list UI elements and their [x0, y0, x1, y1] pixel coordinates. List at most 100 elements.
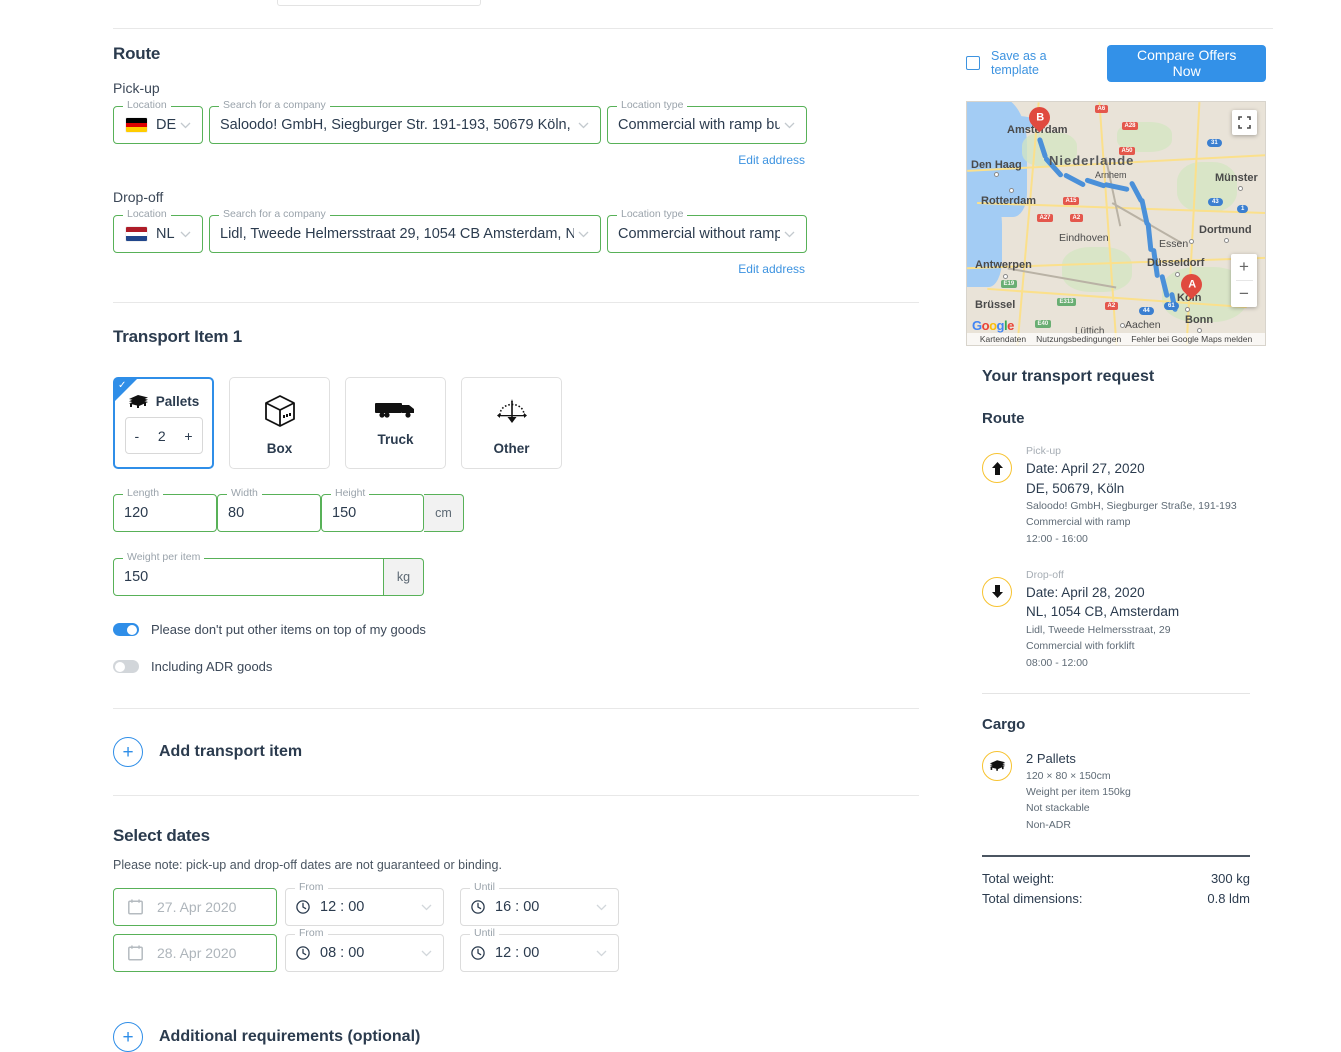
- truck-label: Truck: [377, 431, 414, 447]
- chevron-down-icon: [780, 122, 798, 129]
- length-legend: Length: [123, 488, 164, 499]
- dropoff-from-time[interactable]: From 08 : 00: [285, 928, 444, 972]
- pallets-count: 2: [157, 427, 166, 444]
- summary-pickup-type: Commercial with ramp: [1026, 516, 1131, 529]
- dropoff-arrow-badge: [982, 576, 1012, 607]
- length-input[interactable]: Length 120: [113, 488, 217, 532]
- map-shield-e40: E40: [1035, 320, 1051, 328]
- map-water: [967, 197, 1002, 287]
- chevron-down-icon: [417, 904, 435, 911]
- increment-button[interactable]: +: [184, 428, 192, 444]
- chevron-down-icon: [592, 904, 610, 911]
- other-anchor-icon: [496, 398, 527, 423]
- plus-icon: +: [113, 1022, 143, 1052]
- total-weight-label: Total weight:: [982, 870, 1055, 886]
- pickup-country-code: DE: [156, 117, 177, 133]
- until-legend: Until: [470, 882, 500, 893]
- calendar-icon: [128, 899, 143, 915]
- map-shield-a2: A2: [1070, 214, 1083, 222]
- map-zoom-in-button[interactable]: +: [1231, 254, 1257, 280]
- pickup-type-value: Commercial with ramp bu: [618, 117, 780, 133]
- map-dot: [1009, 188, 1014, 193]
- map-zoom-out-button[interactable]: −: [1231, 281, 1257, 307]
- map-marker-a: A: [1176, 269, 1207, 303]
- map-attrib-report[interactable]: Fehler bei Google Maps melden: [1131, 334, 1252, 344]
- cargo-quantity: 2 Pallets: [1026, 750, 1076, 766]
- pickup-from-wrap: 12 : 00: [286, 899, 417, 915]
- weight-unit: kg: [384, 558, 424, 596]
- decrement-button[interactable]: -: [135, 428, 140, 444]
- no-stacking-toggle[interactable]: [113, 623, 139, 636]
- pickup-location-select[interactable]: Location DE: [113, 100, 203, 144]
- summary-divider: [982, 692, 1250, 694]
- pallets-label: Pallets: [155, 394, 200, 409]
- compare-offers-button[interactable]: Compare Offers Now: [1107, 44, 1266, 82]
- pickup-until-time[interactable]: Until 16 : 00: [460, 882, 619, 926]
- summary-cargo-title: Cargo: [982, 715, 1026, 733]
- transport-type-other[interactable]: Other: [461, 377, 562, 469]
- map-label-arnhem: Arnhem: [1095, 170, 1127, 180]
- dropoff-country: NL: [114, 226, 176, 242]
- transport-type-box[interactable]: Box: [229, 377, 330, 469]
- pickup-date-input[interactable]: 27. Apr 2020: [113, 888, 277, 926]
- dropoff-company-legend: Search for a company: [219, 209, 330, 220]
- dropoff-company-input[interactable]: Search for a company Lidl, Tweede Helmer…: [209, 209, 601, 253]
- dropoff-location-select[interactable]: Location NL: [113, 209, 203, 253]
- pickup-location-type-select[interactable]: Location type Commercial with ramp bu: [607, 100, 807, 144]
- pickup-country: DE: [114, 117, 176, 133]
- dropoff-until-time[interactable]: Until 12 : 00: [460, 928, 619, 972]
- map-attrib-kartendaten[interactable]: Kartendaten: [980, 334, 1026, 344]
- map-shield-a28: A28: [1122, 122, 1139, 130]
- pallets-quantity-stepper[interactable]: - 2 +: [124, 417, 203, 454]
- weight-row: Weight per item 150 kg: [113, 552, 919, 596]
- no-stacking-toggle-row: Please don't put other items on top of m…: [113, 622, 919, 637]
- map-attrib-nutzungsbedingungen[interactable]: Nutzungsbedingungen: [1036, 334, 1121, 344]
- summary-pickup-date: Date: April 27, 2020: [1026, 461, 1145, 476]
- transport-type-truck[interactable]: Truck: [345, 377, 446, 469]
- transport-type-pallets[interactable]: ✓ Pallets - 2 +: [113, 377, 214, 469]
- dropoff-type-legend: Location type: [617, 209, 688, 220]
- map-fullscreen-button[interactable]: [1232, 110, 1257, 135]
- route-map[interactable]: A6 A28 A50 A15 A27 A2 A2 E19 E313 E40 31…: [966, 101, 1266, 346]
- pickup-company-input[interactable]: Search for a company Saloodo! GmbH, Sieg…: [209, 100, 601, 144]
- map-route: [1103, 181, 1130, 193]
- pallets-head: Pallets: [128, 394, 200, 409]
- summary-pickup-text: Pick-up Date: April 27, 2020 DE, 50679, …: [1026, 445, 1237, 547]
- pallet-icon: [989, 760, 1005, 772]
- map-dot: [1175, 272, 1180, 277]
- width-input[interactable]: Width 80: [217, 488, 321, 532]
- pickup-from-time[interactable]: From 12 : 00: [285, 882, 444, 926]
- total-weight-row: Total weight: 300 kg: [982, 871, 1250, 886]
- height-input[interactable]: Height 150: [321, 488, 424, 532]
- transport-item-title: Transport Item 1: [113, 327, 243, 346]
- save-as-template-checkbox[interactable]: Save as a template: [966, 49, 1091, 77]
- dimension-unit: cm: [424, 494, 464, 532]
- cargo-dimensions: 120 × 80 × 150cm: [1026, 769, 1111, 782]
- pickup-edit-address-link[interactable]: Edit address: [113, 153, 805, 167]
- weight-per-item-input[interactable]: Weight per item 150: [113, 552, 384, 596]
- adr-toggle[interactable]: [113, 660, 139, 673]
- dropoff-edit-address-link[interactable]: Edit address: [113, 262, 805, 276]
- map-label-aachen: Aachen: [1125, 319, 1161, 331]
- transport-type-cards: ✓ Pallets - 2 + Box Truck Other: [113, 377, 919, 469]
- map-shield-e313: E313: [1057, 298, 1077, 306]
- height-value: 150: [332, 505, 357, 521]
- map-greenspace: [1062, 247, 1132, 292]
- chevron-down-icon: [176, 122, 194, 129]
- height-legend: Height: [331, 488, 370, 499]
- clock-icon: [471, 946, 485, 960]
- actions-row: Save as a template Compare Offers Now: [966, 44, 1266, 82]
- map-zoom-controls[interactable]: + −: [1231, 254, 1257, 307]
- dropoff-location-type-select[interactable]: Location type Commercial without ramp: [607, 209, 807, 253]
- route-section-title: Route: [113, 44, 161, 63]
- map-label-niederlande: Niederlande: [1049, 153, 1135, 168]
- map-dot: [1238, 186, 1243, 191]
- map-shield-a27: A27: [1037, 214, 1054, 222]
- additional-requirements-button[interactable]: + Additional requirements (optional): [113, 1022, 919, 1052]
- pickup-until-value: 16 : 00: [495, 899, 540, 915]
- dropoff-label: Drop-off: [113, 189, 164, 205]
- dropoff-date-input[interactable]: 28. Apr 2020: [113, 934, 277, 972]
- marker-a-letter: A: [1187, 278, 1196, 291]
- add-transport-item-button[interactable]: + Add transport item: [113, 737, 919, 767]
- pickup-label: Pick-up: [113, 80, 160, 96]
